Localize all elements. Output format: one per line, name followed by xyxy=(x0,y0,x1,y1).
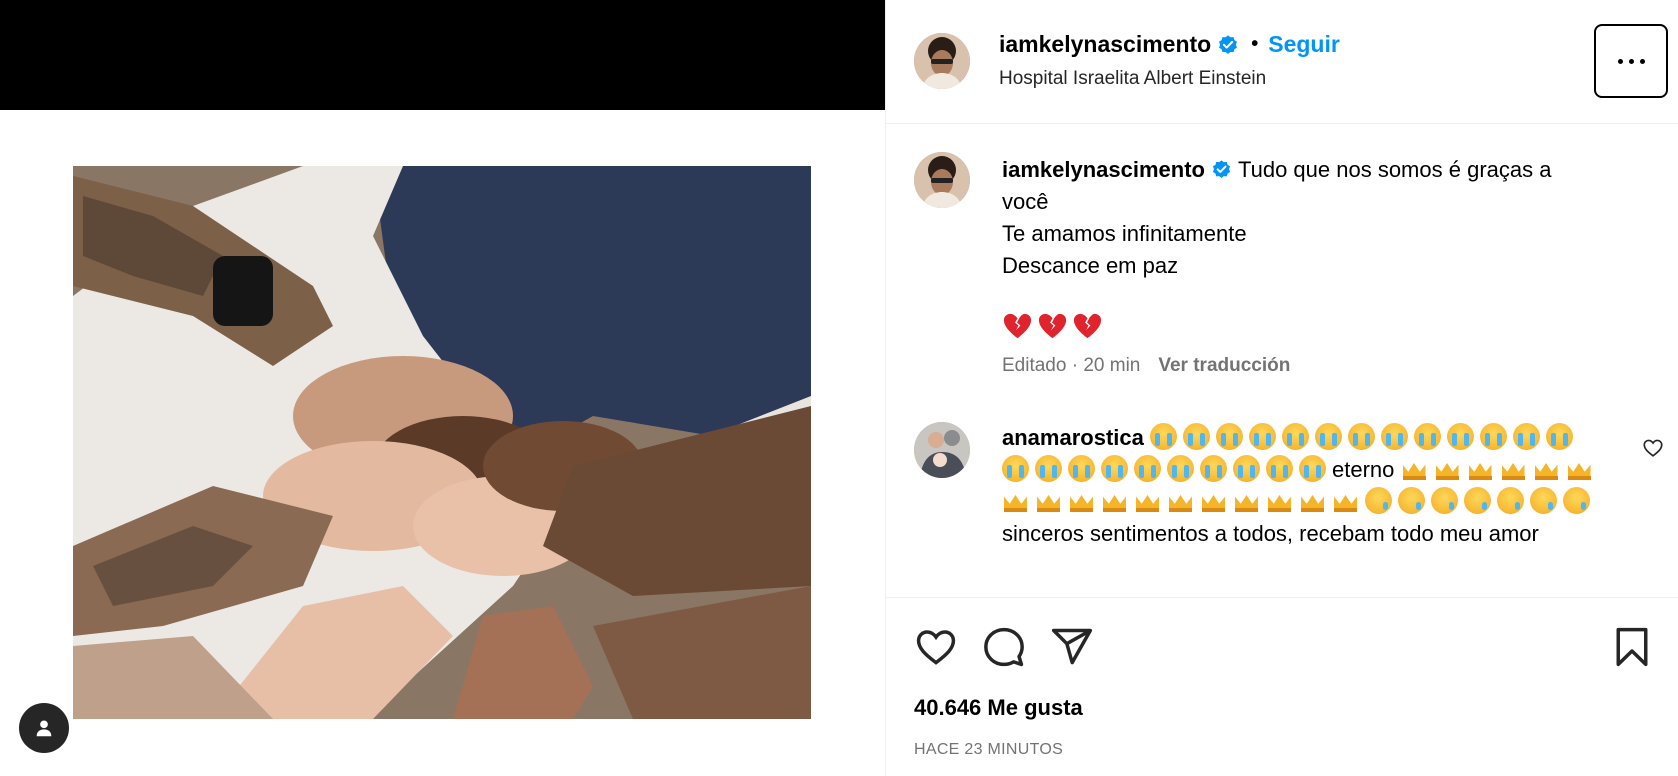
crown-emoji xyxy=(1101,487,1128,514)
sad-tear-face-emoji xyxy=(1464,487,1491,514)
heart-icon[interactable] xyxy=(914,625,958,669)
profile-photo-icon xyxy=(914,152,970,208)
sad-tear-face-emoji xyxy=(1563,487,1590,514)
sad-tear-face-emoji xyxy=(1431,487,1458,514)
sad-tear-face-emoji xyxy=(1365,487,1392,514)
crown-emoji xyxy=(1167,487,1194,514)
caption-author-avatar[interactable] xyxy=(914,152,970,208)
follow-button[interactable]: Seguir xyxy=(1268,31,1340,58)
crown-emoji xyxy=(1467,455,1494,482)
crying-face-emoji xyxy=(1101,455,1128,482)
crown-emoji xyxy=(1200,487,1227,514)
comment-text-line: sinceros sentimentos a todos, recebam to… xyxy=(1002,521,1434,546)
crown-emoji xyxy=(1500,455,1527,482)
comment-word: eterno xyxy=(1332,457,1395,482)
caption-text-line: Descance em paz xyxy=(1002,253,1179,278)
crying-face-emoji xyxy=(1248,423,1276,450)
comment-icon[interactable] xyxy=(982,625,1026,669)
crown-emoji xyxy=(1002,487,1029,514)
crying-face-emoji xyxy=(1134,455,1161,482)
commenter-avatar[interactable] xyxy=(914,422,970,478)
post-location[interactable]: Hospital Israelita Albert Einstein xyxy=(999,68,1266,90)
crying-face-emoji xyxy=(1149,423,1177,450)
post-photo-illustration xyxy=(73,166,811,719)
broken-heart-icon xyxy=(1003,313,1032,339)
like-count[interactable]: 40.646 Me gusta xyxy=(914,695,1083,721)
see-translation-link[interactable]: Ver traducción xyxy=(1158,355,1290,376)
verified-badge-icon xyxy=(1219,34,1238,54)
edited-timestamp: Editado · 20 min xyxy=(1002,355,1141,376)
comment-text: anamarostica eterno sinceros sentimentos… xyxy=(1002,422,1602,550)
crying-face-emoji xyxy=(1035,455,1062,482)
crying-face-emoji xyxy=(1314,423,1342,450)
crown-emoji xyxy=(1134,487,1161,514)
crying-face-emoji xyxy=(1545,423,1573,450)
post-photo[interactable] xyxy=(73,166,811,719)
caption-text-line: Tudo que nos somos é graças a xyxy=(1237,157,1552,182)
crying-face-emoji xyxy=(1281,423,1309,450)
caption-username[interactable]: iamkelynascimento xyxy=(1002,157,1205,182)
crown-emoji xyxy=(1434,455,1461,482)
crying-face-emoji xyxy=(1002,455,1029,482)
crying-face-emoji xyxy=(1413,423,1441,450)
crying-face-emoji xyxy=(1167,455,1194,482)
crying-face-emoji xyxy=(1068,455,1095,482)
crown-emoji xyxy=(1299,487,1326,514)
post-header: iamkelynascimento • Seguir Hospital Isra… xyxy=(886,0,1678,124)
media-pane xyxy=(0,0,885,776)
crown-emoji xyxy=(1401,455,1428,482)
crown-emoji xyxy=(1533,455,1560,482)
author-avatar[interactable] xyxy=(914,33,970,89)
crying-face-emoji xyxy=(1347,423,1375,450)
header-separator: • xyxy=(1251,33,1259,55)
crying-face-emoji xyxy=(1446,423,1474,450)
post-side-panel: iamkelynascimento • Seguir Hospital Isra… xyxy=(886,0,1678,776)
sad-tear-face-emoji xyxy=(1497,487,1524,514)
commenter-username[interactable]: anamarostica xyxy=(1002,425,1144,450)
crying-face-emoji xyxy=(1299,455,1326,482)
user-tag-button[interactable] xyxy=(19,703,69,753)
more-options-button[interactable] xyxy=(1594,24,1668,98)
more-dot xyxy=(1628,58,1634,64)
crying-face-emoji xyxy=(1200,455,1227,482)
sad-tear-face-emoji xyxy=(1398,487,1425,514)
crying-face-emoji xyxy=(1233,455,1260,482)
post-actions-bar xyxy=(914,625,1654,669)
user-icon xyxy=(36,720,52,737)
broken-heart-icon xyxy=(1038,313,1067,339)
sad-tear-face-emoji xyxy=(1530,487,1557,514)
media-top-letterbox xyxy=(0,0,885,110)
crying-face-emoji xyxy=(1182,423,1210,450)
comment-like-heart-icon[interactable] xyxy=(1642,437,1664,459)
header-username-row: iamkelynascimento • Seguir xyxy=(999,31,1340,58)
crying-face-emoji xyxy=(1215,423,1243,450)
more-dot xyxy=(1639,58,1645,64)
crown-emoji xyxy=(1566,455,1593,482)
verified-badge-icon xyxy=(1212,160,1231,178)
crying-face-emoji xyxy=(1266,455,1293,482)
crying-face-emoji xyxy=(1380,423,1408,450)
crown-emoji xyxy=(1332,487,1359,514)
crown-emoji xyxy=(1035,487,1062,514)
broken-heart-icon xyxy=(1073,313,1102,339)
comment-text-line: meu amor xyxy=(1439,521,1539,546)
more-horizontal-icon xyxy=(1617,58,1623,64)
profile-photo-icon xyxy=(914,33,970,89)
post-caption: iamkelynascimento Tudo que nos somos é g… xyxy=(1002,154,1642,282)
send-icon[interactable] xyxy=(1050,625,1094,669)
crown-emoji xyxy=(1068,487,1095,514)
caption-text-line: você xyxy=(1002,189,1049,214)
bookmark-icon[interactable] xyxy=(1610,625,1654,669)
crying-face-emoji xyxy=(1479,423,1507,450)
crown-emoji xyxy=(1266,487,1293,514)
caption-emoji-row xyxy=(1002,311,1103,342)
profile-photo-icon xyxy=(914,422,970,478)
caption-meta: Editado · 20 min Ver traducción xyxy=(1002,355,1290,377)
crying-face-emoji xyxy=(1512,423,1540,450)
post-timestamp[interactable]: HACE 23 MINUTOS xyxy=(914,741,1063,759)
author-username[interactable]: iamkelynascimento xyxy=(999,31,1211,58)
comments-divider xyxy=(886,597,1678,598)
caption-text-line: Te amamos infinitamente xyxy=(1002,221,1247,246)
crown-emoji xyxy=(1233,487,1260,514)
